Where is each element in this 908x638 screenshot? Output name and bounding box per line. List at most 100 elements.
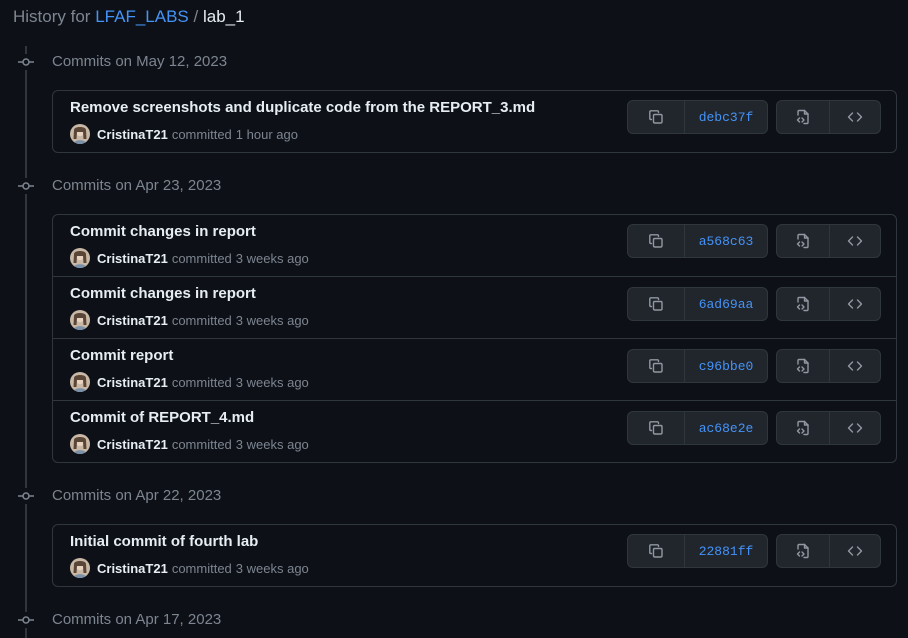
copy-sha-button[interactable] [628,350,684,382]
browse-repository-button[interactable] [828,101,881,133]
commit-time: 3 weeks ago [235,312,309,328]
commit-row: Commit report CristinaT21 committed 3 weeks… [53,338,896,400]
copy-sha-button[interactable] [628,225,684,257]
commit-title-link[interactable]: Commit changes in report [70,223,256,240]
commit-author-link[interactable]: CristinaT21 [97,251,168,266]
browse-button-group [776,411,881,445]
commit-meta: CristinaT21 committed 3 weeks ago [70,372,309,392]
date-label: Commits on Apr 23, 2023 [52,177,222,194]
date-header: Commits on Apr 23, 2023 [0,171,908,201]
commit-history-page: History for LFAF_LABS / lab_1 Commits on… [0,0,908,638]
browse-repository-button[interactable] [828,350,881,382]
date-label: Commits on Apr 22, 2023 [52,487,222,504]
copy-icon [648,296,664,312]
commit-row: Remove screenshots and duplicate code fr… [53,91,896,152]
commit-title-link[interactable]: Initial commit of fourth lab [70,533,258,550]
avatar[interactable] [70,434,90,454]
commit-author-link[interactable]: CristinaT21 [97,561,168,576]
commit-author-link[interactable]: CristinaT21 [97,127,168,142]
file-code-icon [795,296,811,312]
avatar[interactable] [70,124,90,144]
view-commit-details-button[interactable] [777,101,829,133]
commit-sha-link[interactable]: a568c63 [684,225,767,257]
commit-author-link[interactable]: CristinaT21 [97,437,168,452]
avatar[interactable] [70,248,90,268]
sha-button-group: ac68e2e [627,411,768,445]
avatar[interactable] [70,558,90,578]
date-header: Commits on May 12, 2023 [0,47,908,77]
commit-author-link[interactable]: CristinaT21 [97,375,168,390]
commit-author-link[interactable]: CristinaT21 [97,313,168,328]
commit-row: Commit of REPORT_4.md CristinaT21 committe… [53,400,896,462]
browse-repository-button[interactable] [828,412,881,444]
git-commit-icon [17,54,35,70]
code-icon [847,109,863,125]
commit-action: committed [171,374,232,390]
commit-date-group: Commits on May 12, 2023 Remove screenshot… [0,47,908,153]
commit-action: committed [171,250,232,266]
commit-action: committed [171,436,232,452]
copy-sha-button[interactable] [628,535,684,567]
code-icon [847,543,863,559]
view-commit-details-button[interactable] [777,350,829,382]
commit-list: Commit changes in report CristinaT21 commi… [52,214,897,463]
file-code-icon [795,543,811,559]
commit-sha-link[interactable]: c96bbe0 [684,350,767,382]
sha-button-group: 22881ff [627,534,768,568]
commit-time: 3 weeks ago [235,250,309,266]
code-icon [847,358,863,374]
commit-sha-link[interactable]: ac68e2e [684,412,767,444]
copy-sha-button[interactable] [628,412,684,444]
copy-sha-button[interactable] [628,101,684,133]
avatar[interactable] [70,372,90,392]
copy-sha-button[interactable] [628,288,684,320]
date-header: Commits on Apr 17, 2023 [0,605,908,635]
sha-button-group: 6ad69aa [627,287,768,321]
commit-date-group: Commits on Apr 23, 2023 Commit changes in… [0,171,908,463]
commit-meta: CristinaT21 committed 3 weeks ago [70,558,309,578]
copy-icon [648,109,664,125]
avatar[interactable] [70,310,90,330]
sha-button-group: a568c63 [627,224,768,258]
copy-icon [648,233,664,249]
git-commit-icon [17,178,35,194]
view-commit-details-button[interactable] [777,288,829,320]
git-commit-icon [17,612,35,628]
copy-icon [648,358,664,374]
browse-button-group [776,287,881,321]
browse-repository-button[interactable] [828,535,881,567]
commit-time: 3 weeks ago [235,436,309,452]
repo-link[interactable]: LFAF_LABS [95,7,189,26]
copy-icon [648,420,664,436]
commit-sha-link[interactable]: 6ad69aa [684,288,767,320]
sha-button-group: c96bbe0 [627,349,768,383]
commit-sha-link[interactable]: debc37f [684,101,767,133]
commit-row: Commit changes in report CristinaT21 commi… [53,276,896,338]
browse-button-group [776,349,881,383]
date-header: Commits on Apr 22, 2023 [0,481,908,511]
commit-title-link[interactable]: Remove screenshots and duplicate code fr… [70,99,535,116]
commit-meta: CristinaT21 committed 3 weeks ago [70,434,309,454]
commit-title-link[interactable]: Commit report [70,347,173,364]
browse-repository-button[interactable] [828,288,881,320]
commit-time: 3 weeks ago [235,374,309,390]
commit-title-link[interactable]: Commit of REPORT_4.md [70,409,254,426]
commit-sha-link[interactable]: 22881ff [684,535,767,567]
commit-date-group: Commits on Apr 22, 2023 Initial commit of… [0,481,908,587]
commit-date-group: Commits on Apr 17, 2023 [0,605,908,635]
view-commit-details-button[interactable] [777,225,829,257]
view-commit-details-button[interactable] [777,412,829,444]
page-title: History for LFAF_LABS / lab_1 [13,5,245,29]
browse-button-group [776,534,881,568]
commit-title-link[interactable]: Commit changes in report [70,285,256,302]
commit-list: Initial commit of fourth lab CristinaT21 c… [52,524,897,587]
commit-time: 1 hour ago [235,126,298,142]
sha-button-group: debc37f [627,100,768,134]
file-code-icon [795,420,811,436]
date-label: Commits on Apr 17, 2023 [52,611,222,628]
browse-repository-button[interactable] [828,225,881,257]
path-separator: / [193,7,199,26]
view-commit-details-button[interactable] [777,535,829,567]
date-label: Commits on May 12, 2023 [52,53,228,70]
path-name: lab_1 [202,7,245,26]
